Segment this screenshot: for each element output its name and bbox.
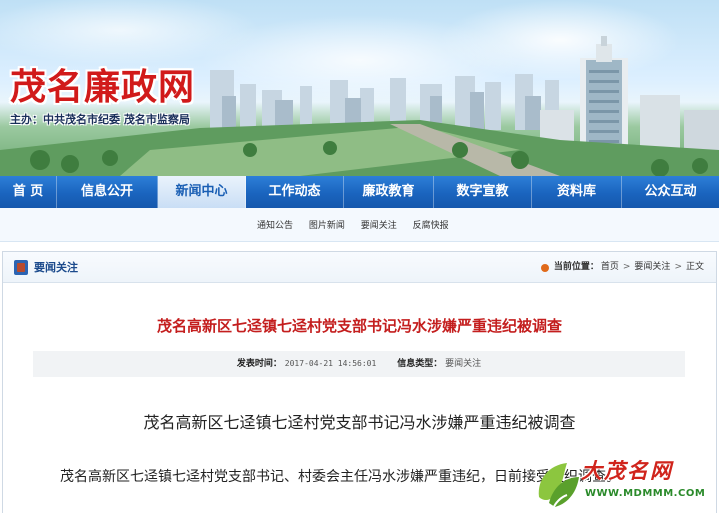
main-nav: 首 页 信息公开 新闻中心 工作动态 廉政教育 数字宣教 资料库 公众互动: [0, 176, 719, 208]
section-title: 要闻关注: [34, 261, 78, 274]
breadcrumb-current: 正文: [685, 262, 704, 272]
article-subtitle: 茂名高新区七迳镇七迳村党支部书记冯水涉嫌严重违纪被调查: [143, 413, 576, 432]
nav-public-interaction[interactable]: 公众互动: [622, 176, 719, 208]
watermark-logo-icon: [538, 463, 579, 510]
nav-news-center[interactable]: 新闻中心: [158, 176, 246, 208]
nav-resource-library[interactable]: 资料库: [532, 176, 622, 208]
publish-time: 2017-04-21 14:56:01: [284, 359, 377, 368]
breadcrumb-label: 当前位置：: [553, 262, 599, 272]
nav-home[interactable]: 首 页: [0, 176, 57, 208]
info-type-label: 信息类型：: [397, 359, 443, 369]
breadcrumb-home[interactable]: 首页: [601, 252, 619, 283]
nav-work-updates[interactable]: 工作动态: [246, 176, 344, 208]
subnav-key-news[interactable]: 要闻关注: [361, 221, 397, 231]
site-sponsors: 主办：中共茂名市纪委 茂名市监察局: [10, 113, 190, 126]
breadcrumb: 当前位置： 首页 > 要闻关注 > 正文: [540, 252, 704, 283]
publish-time-label: 发表时间：: [236, 359, 282, 369]
article-meta: 发表时间： 2017-04-21 14:56:01 信息类型： 要闻关注: [33, 351, 685, 377]
location-dot-icon: [540, 263, 549, 272]
breadcrumb-separator: >: [674, 262, 682, 272]
subnav-photo-news[interactable]: 图片新闻: [309, 221, 345, 231]
watermark: 大茂名网 WWW.MDMMM.COM: [533, 455, 719, 513]
nav-digital-education[interactable]: 数字宣教: [434, 176, 532, 208]
subnav-notices[interactable]: 通知公告: [257, 221, 293, 231]
watermark-url: WWW.MDMMM.COM: [585, 488, 706, 499]
site-banner: 茂名廉政网 主办：中共茂名市纪委 茂名市监察局: [0, 0, 719, 176]
watermark-text: 大茂名网: [581, 458, 673, 483]
site-logo[interactable]: 茂名廉政网: [10, 58, 195, 110]
nav-info-disclosure[interactable]: 信息公开: [57, 176, 158, 208]
breadcrumb-section[interactable]: 要闻关注: [634, 252, 670, 283]
breadcrumb-separator: >: [622, 262, 631, 272]
subnav-anticorruption-bulletin[interactable]: 反腐快报: [413, 221, 449, 231]
content-box-header: 要闻关注 当前位置： 首页 > 要闻关注 > 正文: [3, 252, 716, 283]
sub-nav: 通知公告 图片新闻 要闻关注 反腐快报: [0, 208, 719, 242]
article-title: 茂名高新区七迳镇七迳村党支部书记冯水涉嫌严重违纪被调查: [156, 317, 562, 335]
info-type: 要闻关注: [445, 359, 482, 369]
book-icon: [14, 260, 28, 275]
nav-integrity-education[interactable]: 廉政教育: [344, 176, 434, 208]
